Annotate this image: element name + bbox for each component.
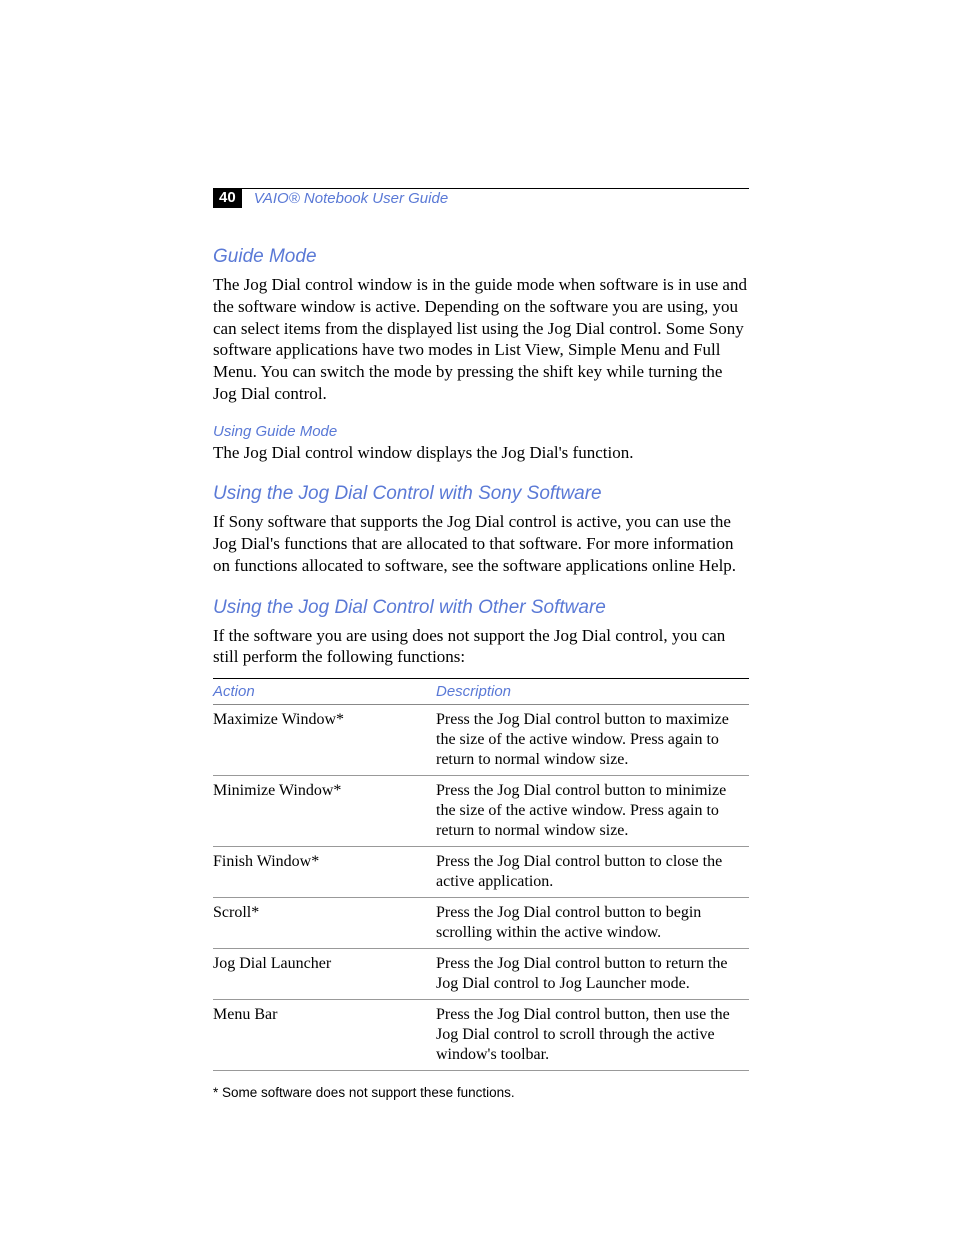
section-sony-software: Using the Jog Dial Control with Sony Sof… (213, 483, 749, 576)
cell-description: Press the Jog Dial control button, then … (436, 1000, 749, 1071)
table-row: Minimize Window* Press the Jog Dial cont… (213, 776, 749, 847)
header-rule (218, 188, 749, 189)
table-row: Finish Window* Press the Jog Dial contro… (213, 847, 749, 898)
cell-description: Press the Jog Dial control button to clo… (436, 847, 749, 898)
col-action: Action (213, 679, 436, 705)
col-description: Description (436, 679, 749, 705)
page-header: 40 VAIO® Notebook User Guide (213, 188, 749, 208)
cell-description: Press the Jog Dial control button to max… (436, 705, 749, 776)
table-row: Menu Bar Press the Jog Dial control butt… (213, 1000, 749, 1071)
actions-table: Action Description Maximize Window* Pres… (213, 678, 749, 1071)
table-header-row: Action Description (213, 679, 749, 705)
body-guide-mode: The Jog Dial control window is in the gu… (213, 274, 749, 405)
cell-action: Scroll* (213, 898, 436, 949)
cell-action: Menu Bar (213, 1000, 436, 1071)
heading-guide-mode: Guide Mode (213, 246, 749, 268)
page-number-badge: 40 (213, 188, 242, 208)
cell-description: Press the Jog Dial control button to ret… (436, 949, 749, 1000)
cell-action: Finish Window* (213, 847, 436, 898)
heading-sony-software: Using the Jog Dial Control with Sony Sof… (213, 483, 749, 505)
table-row: Maximize Window* Press the Jog Dial cont… (213, 705, 749, 776)
footnote: * Some software does not support these f… (213, 1085, 749, 1100)
cell-action: Minimize Window* (213, 776, 436, 847)
cell-action: Jog Dial Launcher (213, 949, 436, 1000)
document-page: 40 VAIO® Notebook User Guide Guide Mode … (0, 0, 954, 1235)
body-using-guide-mode: The Jog Dial control window displays the… (213, 442, 749, 464)
cell-action: Maximize Window* (213, 705, 436, 776)
table-row: Scroll* Press the Jog Dial control butto… (213, 898, 749, 949)
body-other-software: If the software you are using does not s… (213, 625, 749, 669)
body-sony-software: If Sony software that supports the Jog D… (213, 511, 749, 576)
section-guide-mode: Guide Mode The Jog Dial control window i… (213, 246, 749, 463)
heading-other-software: Using the Jog Dial Control with Other So… (213, 597, 749, 619)
table-row: Jog Dial Launcher Press the Jog Dial con… (213, 949, 749, 1000)
cell-description: Press the Jog Dial control button to beg… (436, 898, 749, 949)
guide-title: VAIO® Notebook User Guide (254, 190, 448, 207)
subheading-using-guide-mode: Using Guide Mode (213, 423, 749, 440)
cell-description: Press the Jog Dial control button to min… (436, 776, 749, 847)
section-other-software: Using the Jog Dial Control with Other So… (213, 597, 749, 1101)
